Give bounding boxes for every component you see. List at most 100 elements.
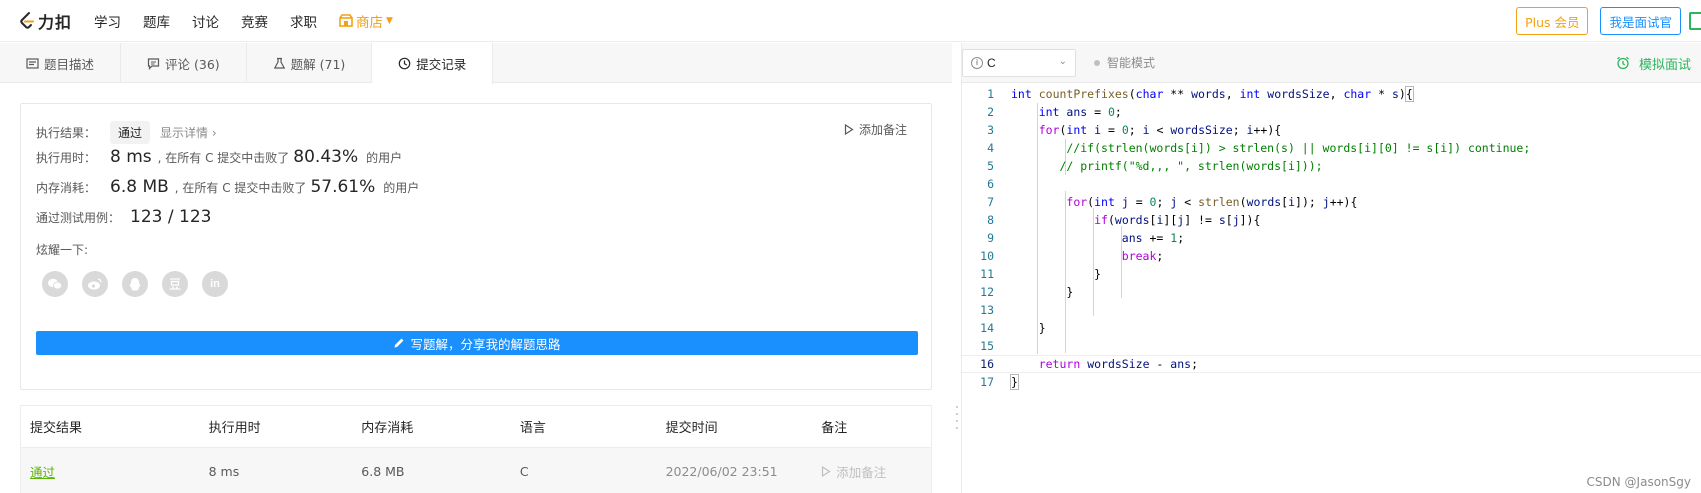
header-memory: 内存消耗 [361, 421, 414, 436]
leetcode-logo[interactable]: 力扣 [18, 9, 72, 33]
code-text: int countPrefixes(char ** words, int wor… [1011, 85, 1414, 102]
code-text: } [1011, 320, 1046, 335]
code-text: break; [1121, 248, 1164, 263]
row-language: C [519, 463, 529, 479]
status-badge: 通过 [110, 121, 151, 144]
result-link[interactable]: 通过 [30, 465, 55, 480]
line-number: 7 [987, 194, 994, 209]
code-line: 9 ans += 1; [962, 229, 1701, 247]
add-note-button[interactable]: 添加备注 [844, 121, 907, 138]
tab-description[interactable]: 题目描述 [0, 43, 122, 83]
code-line: 15 [962, 337, 1701, 355]
line-number: 5 [987, 158, 994, 173]
code-line-current: 16 return wordsSize - ans; [962, 355, 1701, 373]
linkedin-icon[interactable]: in [202, 271, 228, 297]
line-number: 10 [980, 248, 994, 263]
douban-icon[interactable] [162, 271, 188, 297]
share-icons: in [42, 271, 242, 297]
comment-icon [147, 57, 160, 70]
memory-label: 内存消耗： [36, 180, 97, 195]
store-label: 商店 [356, 14, 384, 31]
code-line: 14 } [962, 319, 1701, 337]
memory-percentile: 57.61% [310, 177, 376, 197]
runtime-users-suffix: 的用户 [366, 150, 403, 165]
tab-solutions[interactable]: 题解 (71) [247, 43, 373, 83]
problem-tabs: 题目描述 评论 (36) 题解 (71) 提交记录 [0, 43, 952, 84]
flag-icon [844, 124, 854, 135]
mock-interview-button[interactable]: 模拟面试 [1616, 43, 1691, 83]
row-note-label: 添加备注 [836, 464, 887, 480]
line-number: 14 [980, 320, 994, 335]
store-icon [339, 14, 353, 27]
line-number: 8 [987, 212, 994, 227]
code-line: 17} [962, 373, 1701, 391]
nav-problems[interactable]: 题库 [143, 11, 170, 31]
code-line: 5 // printf("%d,,, ", strlen(words[i])); [962, 157, 1701, 175]
line-number: 15 [980, 338, 994, 353]
header-result: 提交结果 [30, 421, 83, 436]
code-line: 6 [962, 175, 1701, 193]
interviewer-button[interactable]: 我是面试官 [1600, 7, 1681, 35]
top-nav: 力扣 学习 题库 讨论 竞赛 求职 商店 ▼ Plus 会员 我是面试官 [0, 0, 1701, 42]
nav-discuss[interactable]: 讨论 [192, 11, 219, 31]
code-text: if(words[i][j] != s[j]){ [1094, 212, 1261, 227]
row-memory: 6.8 MB [361, 463, 405, 479]
wechat-icon[interactable] [42, 271, 68, 297]
code-line: 12 } [962, 283, 1701, 301]
code-text: } [1011, 284, 1074, 299]
tab-label: 评论 (36) [165, 56, 220, 72]
tab-comments[interactable]: 评论 (36) [121, 43, 247, 83]
table-row[interactable]: 通过 8 ms 6.8 MB C 2022/06/02 23:51 添加备注 [21, 448, 931, 493]
header-submit-time: 提交时间 [665, 421, 718, 436]
code-line: 2 int ans = 0; [962, 103, 1701, 121]
code-text: } [1010, 373, 1019, 390]
nav-jobs[interactable]: 求职 [290, 11, 317, 31]
smart-mode-toggle[interactable]: 智能模式 [1094, 54, 1155, 71]
alarm-clock-icon [1617, 56, 1629, 70]
row-submit-time: 2022/06/02 23:51 [665, 463, 778, 479]
show-details-link[interactable]: 显示详情 › [160, 124, 217, 141]
code-line: 10 break; [962, 247, 1701, 265]
code-text: return wordsSize - ans; [1038, 356, 1198, 371]
clock-icon [398, 57, 411, 70]
plus-member-button[interactable]: Plus 会员 [1516, 7, 1589, 35]
nav-learn[interactable]: 学习 [94, 11, 121, 31]
line-number: 13 [980, 302, 994, 317]
code-text: // printf("%d,,, ", strlen(words[i])); [1011, 158, 1323, 173]
code-line: 1 int countPrefixes(char ** words, int wo… [962, 85, 1701, 103]
language-select[interactable]: i C ⌄ [962, 48, 1076, 77]
tab-submissions[interactable]: 提交记录 [372, 43, 494, 84]
exec-result-label: 执行结果： [36, 126, 97, 140]
row-add-note-button[interactable]: 添加备注 [821, 462, 931, 481]
code-text: ans += 1; [1121, 230, 1185, 245]
write-solution-label: 写题解，分享我的解题思路 [410, 336, 561, 352]
info-icon: i [971, 56, 983, 69]
flag-icon [822, 465, 831, 477]
row-runtime: 8 ms [208, 463, 240, 479]
tab-label: 题解 (71) [290, 56, 346, 72]
runtime-label: 执行用时： [36, 150, 97, 165]
device-icon[interactable] [1689, 12, 1701, 30]
code-line: 4 //if(strlen(words[i]) > strlen(s) || w… [962, 139, 1701, 157]
write-solution-button[interactable]: 写题解，分享我的解题思路 [36, 331, 918, 355]
qq-icon[interactable] [122, 271, 148, 297]
memory-value: 6.8 MB [110, 177, 169, 197]
smart-mode-label: 智能模式 [1107, 56, 1156, 70]
runtime-percentile: 80.43% [293, 147, 359, 167]
chevron-down-icon: ⌄ [1058, 55, 1067, 67]
code-editor[interactable]: 1 int countPrefixes(char ** words, int wo… [961, 83, 1701, 493]
watermark: CSDN @JasonSgy [1586, 475, 1691, 489]
leetcode-logo-icon [20, 11, 34, 29]
line-number: 4 [987, 140, 994, 155]
submission-history-table: 提交结果 执行用时 内存消耗 语言 提交时间 备注 通过 8 ms 6.8 MB… [20, 405, 932, 493]
runtime-beat-text: , 在所有 C 提交中击败了 [157, 150, 290, 165]
tab-label: 题目描述 [44, 56, 95, 72]
mock-interview-label: 模拟面试 [1638, 57, 1691, 73]
code-line: 13 [962, 301, 1701, 319]
code-line: 7 for(int j = 0; j < strlen(words[i]); j… [962, 193, 1701, 211]
nav-store[interactable]: 商店 ▼ [339, 11, 393, 31]
description-icon [26, 57, 39, 69]
line-number: 16 [980, 356, 994, 371]
nav-contest[interactable]: 竞赛 [241, 11, 268, 31]
weibo-icon[interactable] [82, 271, 108, 297]
